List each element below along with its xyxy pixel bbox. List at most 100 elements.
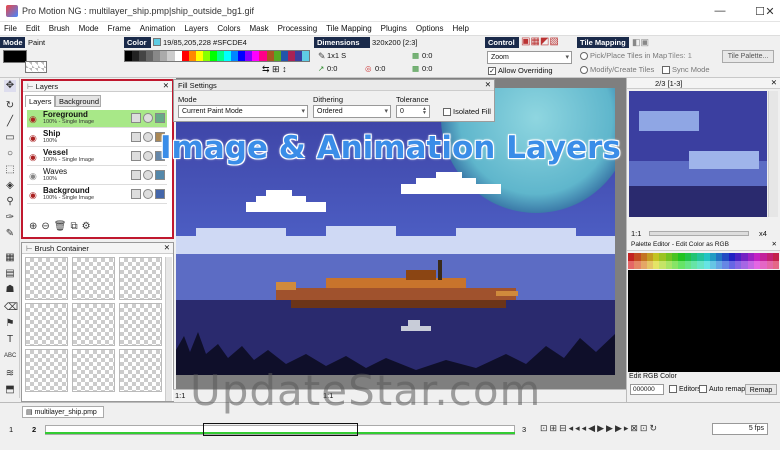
palette-swatch[interactable] bbox=[224, 51, 232, 61]
menu-layers[interactable]: Layers bbox=[184, 24, 208, 33]
palette-swatch[interactable] bbox=[245, 51, 253, 61]
layer-light-icon[interactable] bbox=[143, 170, 153, 180]
menu-mode[interactable]: Mode bbox=[79, 24, 99, 33]
palette-swatch[interactable] bbox=[195, 51, 203, 61]
palette-swatch[interactable] bbox=[252, 51, 260, 61]
menu-plugins[interactable]: Plugins bbox=[381, 24, 407, 33]
menu-file[interactable]: File bbox=[4, 24, 17, 33]
mask-tool-icon[interactable]: ☗ bbox=[4, 284, 16, 296]
remap-button[interactable]: Remap bbox=[745, 384, 777, 395]
palette-swatch[interactable] bbox=[153, 51, 161, 61]
palette-strip[interactable] bbox=[124, 50, 310, 62]
layer-options-icon[interactable]: ⚙ bbox=[82, 221, 95, 232]
layer-row[interactable]: ◉ Waves 100% bbox=[27, 167, 167, 185]
brush-tool-icon[interactable]: ✎ bbox=[4, 228, 16, 240]
grid-tool-icon[interactable]: ▦ bbox=[4, 252, 16, 264]
palette-swatch[interactable] bbox=[280, 51, 288, 61]
minimize-button[interactable]: — bbox=[700, 0, 740, 22]
menu-options[interactable]: Options bbox=[416, 24, 444, 33]
brush-slot[interactable] bbox=[25, 257, 68, 300]
brush-slot[interactable] bbox=[72, 349, 115, 392]
rectangle-tool-icon[interactable]: ▭ bbox=[4, 132, 16, 144]
visibility-icon[interactable]: ◉ bbox=[29, 190, 37, 201]
tile-palette-button[interactable]: Tile Palette... bbox=[722, 50, 774, 63]
layer-lock-icon[interactable] bbox=[131, 189, 141, 199]
layer-row[interactable]: ◉ Background 100% - Single Image bbox=[27, 186, 167, 204]
visibility-icon[interactable]: ◉ bbox=[29, 152, 37, 163]
allow-overriding-checkbox[interactable]: ✓ Allow Overriding bbox=[488, 66, 553, 76]
menu-mask[interactable]: Mask bbox=[249, 24, 268, 33]
editors-checkbox[interactable]: Editors bbox=[669, 385, 701, 393]
palette-grid[interactable] bbox=[628, 253, 780, 269]
visibility-icon[interactable]: ◉ bbox=[29, 171, 37, 182]
palette-swatch[interactable] bbox=[273, 51, 281, 61]
pick-place-radio[interactable]: Pick/Place Tiles in Map bbox=[580, 51, 667, 61]
visibility-icon[interactable]: ◉ bbox=[29, 133, 37, 144]
text-tool-icon[interactable]: T bbox=[4, 334, 16, 346]
line-tool-icon[interactable]: ╱ bbox=[4, 116, 16, 128]
palette-swatch[interactable] bbox=[266, 51, 274, 61]
modify-create-radio[interactable]: Modify/Create Tiles bbox=[580, 65, 654, 75]
background-color-swatch[interactable] bbox=[25, 61, 47, 73]
close-icon[interactable]: ✕ bbox=[772, 240, 777, 248]
sync-mode-checkbox[interactable]: Sync Mode bbox=[662, 65, 710, 75]
palette-swatch[interactable] bbox=[209, 51, 218, 61]
palette-swatch[interactable] bbox=[772, 253, 780, 261]
menu-frame[interactable]: Frame bbox=[108, 24, 131, 33]
zoom-tool-icon[interactable]: ⚲ bbox=[4, 196, 16, 208]
layer-light-icon[interactable] bbox=[143, 113, 153, 123]
eraser-tool-icon[interactable]: ⌫ bbox=[4, 302, 18, 314]
menu-processing[interactable]: Processing bbox=[278, 24, 318, 33]
swap-colors-icon[interactable]: ⇆ ⊞ ↕ bbox=[262, 64, 287, 75]
close-button[interactable]: ✕ bbox=[760, 0, 780, 22]
add-layer-icon[interactable]: ⊕ bbox=[29, 221, 41, 232]
layer-lock-icon[interactable] bbox=[131, 113, 141, 123]
palette-swatch[interactable] bbox=[139, 51, 147, 61]
delete-layer-icon[interactable]: 🗑 bbox=[54, 221, 71, 232]
selection-tool-icon[interactable]: ⬚ bbox=[4, 164, 16, 176]
palette-swatch[interactable] bbox=[259, 51, 267, 61]
palette-swatch[interactable] bbox=[301, 51, 310, 61]
palette-swatch[interactable] bbox=[217, 51, 225, 61]
pin-icon[interactable]: ⊢ bbox=[26, 244, 33, 253]
spinner-icon[interactable]: ▲ ▼ bbox=[422, 107, 427, 116]
file-tab[interactable]: ▤ multilayer_ship.pmp bbox=[22, 406, 104, 418]
pointer-tool-icon[interactable]: ✥ bbox=[4, 80, 16, 92]
isolated-fill-checkbox[interactable]: Isolated Fill bbox=[443, 107, 491, 117]
menu-edit[interactable]: Edit bbox=[26, 24, 40, 33]
menu-colors[interactable]: Colors bbox=[217, 24, 240, 33]
auto-remap-checkbox[interactable]: Auto remap bbox=[699, 385, 745, 393]
brush-slot[interactable] bbox=[119, 257, 162, 300]
close-icon[interactable]: ✕ bbox=[771, 78, 777, 87]
layer-lock-icon[interactable] bbox=[131, 132, 141, 142]
aa-tool-icon[interactable]: ABC bbox=[4, 350, 16, 362]
tile-tool-icons[interactable]: ◧▣ bbox=[632, 37, 649, 48]
palette-swatch[interactable] bbox=[132, 51, 140, 61]
close-icon[interactable]: ✕ bbox=[163, 81, 169, 90]
brush-slot[interactable] bbox=[25, 349, 68, 392]
palette-swatch[interactable] bbox=[188, 51, 196, 61]
menu-tile-mapping[interactable]: Tile Mapping bbox=[326, 24, 372, 33]
preview-scrollbar[interactable] bbox=[768, 91, 778, 217]
stamp-tool-icon[interactable]: ▤ bbox=[4, 268, 16, 280]
visibility-icon[interactable]: ◉ bbox=[29, 114, 37, 125]
palette-swatch[interactable] bbox=[125, 51, 133, 61]
playback-controls[interactable]: ⊡⊞⊟◂◂◂◀▶▶▶▸⊠⊡↻ bbox=[540, 423, 659, 434]
palette-swatch[interactable] bbox=[174, 51, 182, 61]
circle-tool-icon[interactable]: ○ bbox=[4, 148, 16, 160]
fill-tool-icon[interactable]: ◈ bbox=[4, 180, 16, 192]
eyedropper-tool-icon[interactable]: ✑ bbox=[4, 212, 16, 224]
layer-row[interactable]: ◉ Foreground 100% - Single Image bbox=[27, 110, 167, 128]
palette-swatch[interactable] bbox=[287, 51, 295, 61]
layer-row[interactable]: ◉ Ship 100% bbox=[27, 129, 167, 147]
remove-layer-icon[interactable]: ⊖ bbox=[41, 221, 53, 232]
brush-slot[interactable] bbox=[25, 303, 68, 346]
control-tool-icons[interactable]: ▣▦◩▧ bbox=[521, 36, 559, 47]
palette-swatch[interactable] bbox=[231, 51, 239, 61]
palette-swatch[interactable] bbox=[146, 51, 154, 61]
hex-input[interactable]: 000000 bbox=[630, 384, 664, 395]
freehand-tool-icon[interactable]: ↻ bbox=[4, 100, 16, 112]
layer-light-icon[interactable] bbox=[143, 151, 153, 161]
foreground-color-swatch[interactable] bbox=[3, 50, 27, 63]
palette-swatch[interactable] bbox=[160, 51, 168, 61]
